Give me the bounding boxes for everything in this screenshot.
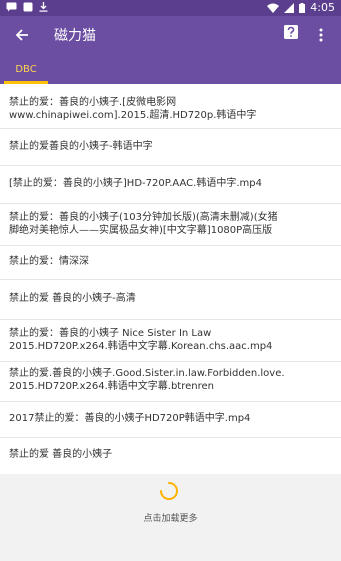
wifi-icon bbox=[267, 3, 280, 13]
list-item[interactable]: 2017禁止的爱：善良的小姨子HD720P韩语中字.mp4 bbox=[0, 401, 341, 438]
list-item-title: 禁止的爱善良的小姨子-韩语中字 bbox=[9, 141, 153, 152]
list-item-title: 禁止的爱：善良的小姨子.[皮微电影网 www.chinapiwei.com].2… bbox=[9, 97, 257, 121]
tab-label: DBC bbox=[15, 63, 37, 75]
list-item[interactable]: 禁止的爱.善良的小姨子.Good.Sister.in.law.Forbidden… bbox=[0, 361, 341, 402]
list-item-title: [禁止的爱：善良的小姨子]HD-720P.AAC.韩语中字.mp4 bbox=[9, 178, 262, 189]
app-title: 磁力猫 bbox=[54, 28, 96, 44]
list-item[interactable]: [禁止的爱：善良的小姨子]HD-720P.AAC.韩语中字.mp4 bbox=[0, 165, 341, 204]
list-item[interactable]: 禁止的爱：情深深 bbox=[0, 245, 341, 280]
list-item-title: 禁止的爱 善良的小姨子-高清 bbox=[9, 293, 136, 304]
list-item[interactable]: 禁止的爱 善良的小姨子 bbox=[0, 437, 341, 474]
message-icon bbox=[6, 2, 17, 12]
list-item[interactable]: 禁止的爱：善良的小姨子(103分钟加长版)(高清未删减)(女猪 脚绝对美艳惊人—… bbox=[0, 203, 341, 246]
results-list: 禁止的爱：善良的小姨子.[皮微电影网 www.chinapiwei.com].2… bbox=[0, 84, 341, 474]
back-button[interactable] bbox=[10, 23, 34, 47]
list-item[interactable]: 禁止的爱善良的小姨子-韩语中字 bbox=[0, 128, 341, 166]
list-item[interactable]: 禁止的爱 善良的小姨子-高清 bbox=[0, 279, 341, 320]
more-button[interactable] bbox=[311, 23, 331, 47]
list-item[interactable]: 禁止的爱：善良的小姨子 Nice Sister In Law 2015.HD72… bbox=[0, 319, 341, 362]
list-item-title: 2017禁止的爱：善良的小姨子HD720P韩语中字.mp4 bbox=[9, 413, 251, 424]
tab-dbc[interactable]: DBC bbox=[0, 54, 52, 84]
help-button[interactable] bbox=[283, 24, 301, 42]
list-item-title: 禁止的爱 善良的小姨子 bbox=[9, 449, 113, 460]
status-bar: 4:05 bbox=[0, 0, 341, 16]
list-item-title: 禁止的爱：情深深 bbox=[9, 256, 89, 267]
list-item-title: 禁止的爱.善良的小姨子.Good.Sister.in.law.Forbidden… bbox=[9, 368, 285, 392]
download-icon bbox=[39, 2, 48, 12]
list-item-title: 禁止的爱：善良的小姨子 Nice Sister In Law 2015.HD72… bbox=[9, 328, 273, 352]
list-item[interactable]: 禁止的爱：善良的小姨子.[皮微电影网 www.chinapiwei.com].2… bbox=[0, 84, 341, 129]
square-icon bbox=[23, 2, 33, 12]
list-item-title: 禁止的爱：善良的小姨子(103分钟加长版)(高清未删减)(女猪 脚绝对美艳惊人—… bbox=[9, 212, 278, 236]
tab-bar: DBC bbox=[0, 54, 341, 84]
arrow-left-icon bbox=[15, 29, 28, 41]
status-time: 4:05 bbox=[310, 1, 335, 14]
question-icon bbox=[284, 25, 298, 39]
battery-icon bbox=[299, 2, 306, 13]
more-vert-icon bbox=[319, 28, 323, 42]
signal-icon bbox=[284, 2, 295, 13]
status-right-icons: 4:05 bbox=[267, 1, 335, 14]
load-more-label[interactable]: 点击加载更多 bbox=[0, 511, 341, 524]
app-bar: 磁力猫 bbox=[0, 16, 341, 54]
loading-spinner-icon bbox=[160, 482, 178, 500]
status-left-icons bbox=[6, 2, 48, 12]
